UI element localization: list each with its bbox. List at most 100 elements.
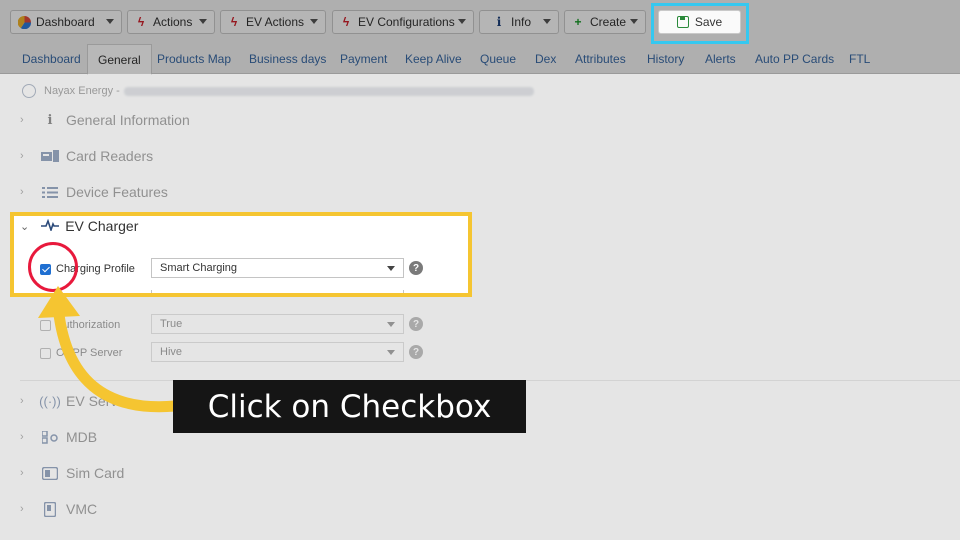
- row-authorization: Authorization: [40, 314, 120, 336]
- pulse-icon: [41, 218, 60, 234]
- actions-menu-button[interactable]: ϟ Actions: [127, 10, 215, 34]
- breadcrumb-text: Nayax Energy -: [44, 85, 120, 97]
- section-label: Sim Card: [66, 465, 125, 481]
- toolbar: Dashboard ϟ Actions ϟ EV Actions ϟ EV Co…: [0, 0, 960, 44]
- section-label: General Information: [66, 112, 190, 128]
- chevron-down-icon: [543, 19, 551, 24]
- blurred-device-name: [123, 86, 534, 96]
- chevron-down-icon: [310, 19, 318, 24]
- select-value: True: [160, 318, 183, 330]
- list-icon: [40, 186, 60, 198]
- select-value: Hive: [160, 346, 183, 358]
- chevron-down-icon: [387, 266, 395, 271]
- tab-ftl[interactable]: FTL: [849, 52, 870, 66]
- tab-attributes[interactable]: Attributes: [575, 52, 626, 66]
- info-menu-label: Info: [511, 15, 532, 29]
- section-label: EV Server: [66, 393, 130, 409]
- help-icon[interactable]: ?: [409, 345, 423, 359]
- row-ocpp-server: OCPP Server: [40, 342, 122, 364]
- chevron-down-icon: [630, 19, 638, 24]
- vending-machine-icon: [40, 501, 60, 517]
- select-value: Smart Charging: [160, 262, 238, 274]
- device-icon: [22, 84, 36, 98]
- tab-dex[interactable]: Dex: [535, 52, 556, 66]
- chevron-right-icon: ›: [20, 431, 24, 443]
- chevron-down-icon: [387, 322, 395, 327]
- plus-icon: +: [574, 15, 582, 29]
- tab-dashboard[interactable]: Dashboard: [22, 52, 81, 66]
- tab-payment[interactable]: Payment: [340, 52, 387, 66]
- section-mdb[interactable]: › MDB: [20, 426, 97, 448]
- mdb-icon: [40, 430, 60, 444]
- tab-queue[interactable]: Queue: [480, 52, 516, 66]
- ocpp-server-checkbox[interactable]: [40, 347, 51, 359]
- sim-card-icon: [40, 466, 60, 480]
- row-label: Authorization: [56, 319, 121, 331]
- section-sim-card[interactable]: › Sim Card: [20, 462, 124, 484]
- section-general-information[interactable]: › i General Information: [20, 109, 190, 131]
- tab-history[interactable]: History: [647, 52, 684, 66]
- annotation-circle: [28, 242, 78, 292]
- callout-label: Click on Checkbox: [173, 380, 526, 433]
- actions-menu-label: Actions: [153, 15, 193, 29]
- ev-actions-menu-label: EV Actions: [246, 15, 305, 29]
- chevron-down-icon: [199, 19, 207, 24]
- tab-products-map[interactable]: Products Map: [157, 52, 231, 66]
- save-button[interactable]: Save: [658, 10, 741, 34]
- ev-actions-menu-button[interactable]: ϟ EV Actions: [220, 10, 326, 34]
- section-label: Card Readers: [66, 148, 154, 164]
- tab-auto-pp-cards[interactable]: Auto PP Cards: [755, 52, 834, 66]
- chevron-right-icon: ›: [20, 503, 24, 515]
- chevron-down-icon: ⌄: [20, 220, 30, 233]
- charging-profile-select[interactable]: Smart Charging: [151, 258, 404, 278]
- default-max-current-select[interactable]: [151, 290, 404, 293]
- chevron-right-icon: ›: [20, 395, 24, 407]
- help-icon[interactable]: ?: [409, 317, 423, 331]
- tab-general[interactable]: General: [87, 44, 152, 75]
- chevron-right-icon: ›: [20, 114, 24, 126]
- dashboard-menu-label: Dashboard: [36, 15, 95, 29]
- tab-alerts[interactable]: Alerts: [705, 52, 736, 66]
- bolt-icon: ϟ: [230, 15, 238, 29]
- floppy-disk-icon: [676, 16, 689, 28]
- section-label: EV Charger: [65, 218, 139, 234]
- dashboard-menu-button[interactable]: Dashboard: [10, 10, 122, 34]
- chevron-right-icon: ›: [20, 467, 24, 479]
- authorization-checkbox[interactable]: [40, 319, 51, 331]
- section-ev-charger[interactable]: ⌄ EV Charger: [20, 218, 138, 234]
- chevron-down-icon: [458, 19, 466, 24]
- section-card-readers[interactable]: › Card Readers: [20, 145, 153, 167]
- section-label: MDB: [66, 429, 98, 445]
- create-menu-label: Create: [590, 15, 627, 29]
- info-menu-button[interactable]: i Info: [479, 10, 559, 34]
- info-icon: i: [47, 112, 53, 128]
- section-vmc[interactable]: › VMC: [20, 498, 97, 520]
- section-label: Device Features: [66, 184, 168, 200]
- row-label: OCPP Server: [56, 347, 123, 359]
- antenna-icon: ((·)): [39, 393, 61, 409]
- chevron-right-icon: ›: [20, 186, 24, 198]
- info-icon: i: [496, 15, 502, 29]
- save-button-label: Save: [694, 15, 723, 29]
- section-ev-server[interactable]: › ((·)) EV Server: [20, 390, 130, 412]
- breadcrumb: Nayax Energy -: [22, 84, 534, 98]
- chevron-down-icon: [106, 19, 114, 24]
- dim-overlay: [0, 74, 960, 540]
- pie-chart-icon: [17, 15, 31, 29]
- row-default-max-current: [14, 290, 468, 293]
- bolt-icon: ϟ: [137, 15, 145, 29]
- ev-configurations-menu-label: EV Configurations: [358, 15, 455, 29]
- bolt-icon: ϟ: [342, 15, 350, 29]
- chevron-right-icon: ›: [20, 150, 24, 162]
- ev-configurations-menu-button[interactable]: ϟ EV Configurations: [332, 10, 474, 34]
- section-label: VMC: [66, 501, 98, 517]
- ocpp-server-select[interactable]: Hive: [151, 342, 404, 362]
- chevron-down-icon: [387, 350, 395, 355]
- tab-keep-alive[interactable]: Keep Alive: [405, 52, 462, 66]
- tab-business-days[interactable]: Business days: [249, 52, 326, 66]
- authorization-select[interactable]: True: [151, 314, 404, 334]
- section-device-features[interactable]: › Device Features: [20, 181, 168, 203]
- help-icon[interactable]: ?: [409, 261, 423, 275]
- tab-bar: Dashboard General Products Map Business …: [0, 44, 960, 75]
- create-menu-button[interactable]: + Create: [564, 10, 646, 34]
